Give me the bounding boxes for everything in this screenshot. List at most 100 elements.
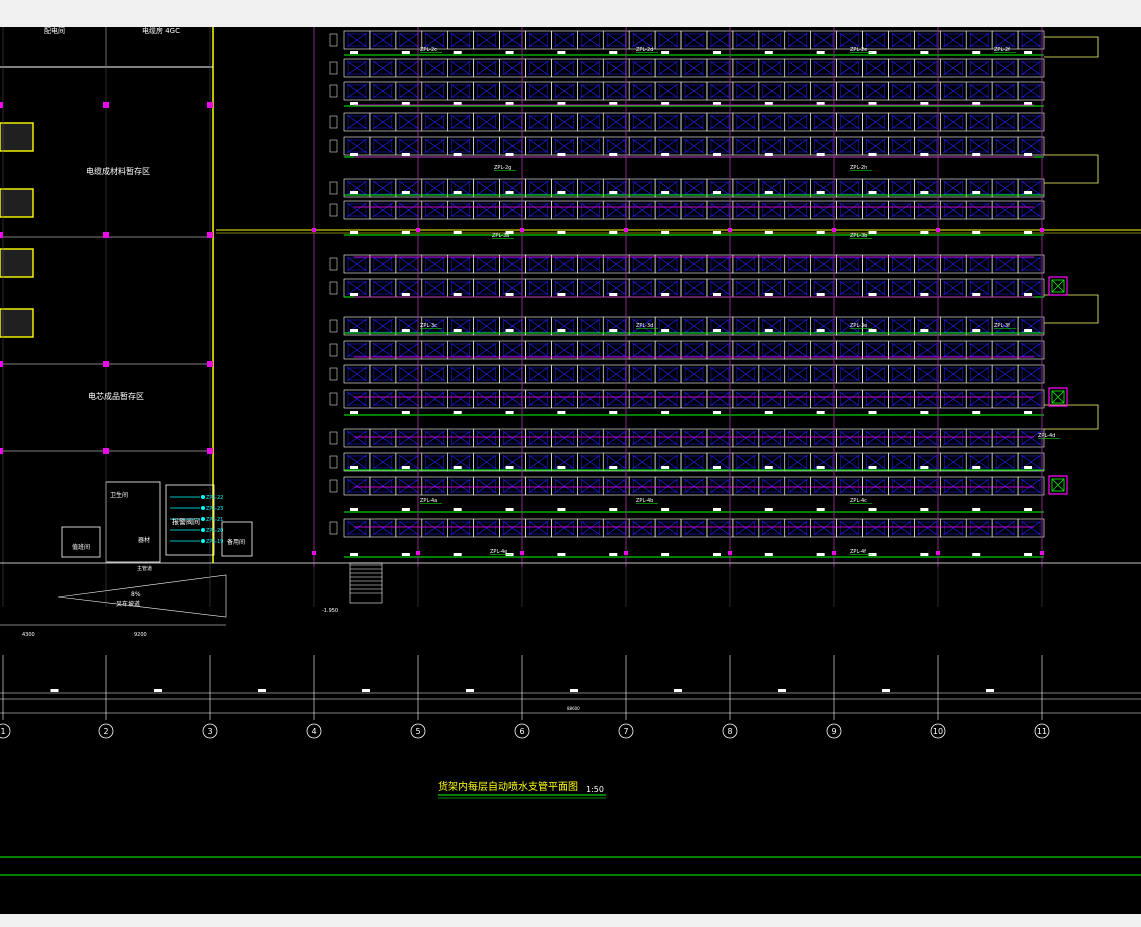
row-tag bbox=[329, 181, 338, 195]
row-tag bbox=[329, 479, 338, 493]
pipe-label: ZPL-2f bbox=[994, 47, 1010, 53]
pipe-size-tag bbox=[764, 191, 773, 194]
pipe-size-tag bbox=[712, 508, 721, 511]
pipe-size-tag bbox=[712, 51, 721, 54]
pipe-size-tag bbox=[557, 466, 566, 469]
pipe-label: ZPL-4b bbox=[636, 498, 653, 504]
pipe-label: ZPL-3d bbox=[636, 323, 653, 329]
pipe-size-tag bbox=[557, 329, 566, 332]
pipe-label: ZPL-2d bbox=[636, 47, 653, 53]
pipe-size-tag bbox=[712, 411, 721, 414]
pipe-size-tag bbox=[764, 329, 773, 332]
axis-label: 3 bbox=[207, 727, 212, 736]
row-tag bbox=[329, 33, 338, 47]
pipe-size-tag bbox=[816, 51, 825, 54]
room-label-alarm-valve: 报警阀间 bbox=[172, 517, 200, 526]
row-tag bbox=[329, 343, 338, 357]
cad-drawing-canvas[interactable]: ZPL-22 ZPL-23 ZPL-21 ZPL-20 ZPL-19 ZPL-2c ZPL… bbox=[0, 27, 1141, 914]
pipe-size-tag bbox=[1024, 191, 1033, 194]
ramp-label: 叉车坡道 bbox=[116, 600, 140, 608]
pipe-size-tag bbox=[712, 293, 721, 296]
pipe-size-tag bbox=[816, 466, 825, 469]
pipe-label: ZPL-4c bbox=[850, 498, 867, 504]
pipe-label: ZPL-3a bbox=[492, 233, 509, 239]
pipe-size-tag bbox=[505, 411, 514, 414]
pipe-label: ZPL-4d bbox=[1038, 433, 1055, 439]
pipe-size-tag bbox=[712, 329, 721, 332]
pipe-size-tag bbox=[972, 51, 981, 54]
pipe-size-tag bbox=[350, 411, 358, 414]
pipe-size-tag bbox=[764, 51, 773, 54]
row-tag bbox=[329, 392, 338, 406]
pipe-size-tag bbox=[401, 508, 410, 511]
left-building-plan: ZPL-22 ZPL-23 ZPL-21 ZPL-20 ZPL-19 bbox=[0, 27, 1141, 626]
pipe-size-tag bbox=[816, 553, 825, 556]
pipe-size-tag bbox=[505, 466, 514, 469]
pipe-size-tag bbox=[350, 508, 358, 511]
column-box bbox=[0, 122, 34, 152]
return-loop bbox=[1044, 154, 1099, 184]
pipe-size-tag bbox=[764, 231, 773, 234]
column-marker bbox=[0, 448, 3, 454]
pipe-size-tag bbox=[920, 293, 929, 296]
pipe-size-tag bbox=[557, 508, 566, 511]
bottom-status-strip bbox=[0, 914, 1141, 927]
riser-label: ZPL-22 bbox=[206, 495, 223, 501]
pipe-size-tag bbox=[972, 411, 981, 414]
pipe-size-tag bbox=[453, 508, 462, 511]
pipe-size-tag bbox=[816, 508, 825, 511]
room-label-toilet: 卫生间 bbox=[110, 491, 128, 499]
pipe-size-tag bbox=[453, 329, 462, 332]
pipe-size-tag bbox=[816, 293, 825, 296]
pipe-label: ZPL-2c bbox=[420, 47, 437, 53]
pipe-size-tag bbox=[557, 51, 566, 54]
drawing-title: 货架内每层自动喷水支管平面图 bbox=[438, 780, 578, 793]
dimension-4300: 4300 bbox=[22, 632, 35, 638]
pipe-size-tag bbox=[401, 191, 410, 194]
pipe-size-tag bbox=[920, 411, 929, 414]
dimension-tag bbox=[674, 689, 682, 692]
row-tag bbox=[329, 319, 338, 333]
row-tag bbox=[329, 367, 338, 381]
pipe-size-tag bbox=[401, 466, 410, 469]
pipe-size-tag bbox=[661, 553, 670, 556]
pipe-size-tag bbox=[557, 102, 566, 105]
row-tag bbox=[329, 431, 338, 445]
axis-label: 6 bbox=[519, 727, 524, 736]
axis-grid: 1 2 3 4 5 6 7 8 9 10 11 bbox=[0, 27, 1141, 739]
pipe-size-tag bbox=[1024, 102, 1033, 105]
riser-dot bbox=[201, 506, 205, 510]
riser-label: ZPL-20 bbox=[206, 528, 223, 534]
pipe-size-tag bbox=[712, 553, 721, 556]
room-label-top-left-a: 配电间 bbox=[44, 27, 65, 35]
pipe-size-tag bbox=[505, 51, 514, 54]
pipe-size-tag bbox=[1024, 51, 1033, 54]
axis-label: 11 bbox=[1037, 727, 1047, 736]
drawing-scale: 1:50 bbox=[586, 785, 604, 794]
pipe-size-tag bbox=[401, 102, 410, 105]
pipe-size-tag bbox=[661, 153, 670, 156]
pipe-size-tag bbox=[453, 231, 462, 234]
pipe-size-tag bbox=[920, 553, 929, 556]
pipe-size-tag bbox=[557, 553, 566, 556]
pipe-size-tag bbox=[764, 553, 773, 556]
pipe-label: ZPL-3b bbox=[850, 233, 867, 239]
pipe-size-tag bbox=[868, 466, 877, 469]
pipe-size-tag bbox=[920, 466, 929, 469]
pipe-size-tag bbox=[350, 191, 358, 194]
pipe-size-tag bbox=[868, 153, 877, 156]
row-tag bbox=[329, 203, 338, 217]
pipe-size-tag bbox=[661, 231, 670, 234]
pipe-label: ZPL-4e bbox=[490, 549, 507, 555]
column-box bbox=[0, 188, 34, 218]
pipe-size-tag bbox=[868, 191, 877, 194]
pipe-size-tag bbox=[609, 51, 618, 54]
column-marker bbox=[0, 102, 3, 108]
pipe-size-tag bbox=[712, 231, 721, 234]
pipe-size-tag bbox=[557, 153, 566, 156]
pipe-size-tag bbox=[453, 553, 462, 556]
pipe-size-tag bbox=[1024, 553, 1033, 556]
dimension-tag bbox=[50, 689, 59, 692]
room-label-storage-a: 电缆成材料暂存区 bbox=[86, 166, 150, 176]
pipe-size-tag bbox=[920, 102, 929, 105]
